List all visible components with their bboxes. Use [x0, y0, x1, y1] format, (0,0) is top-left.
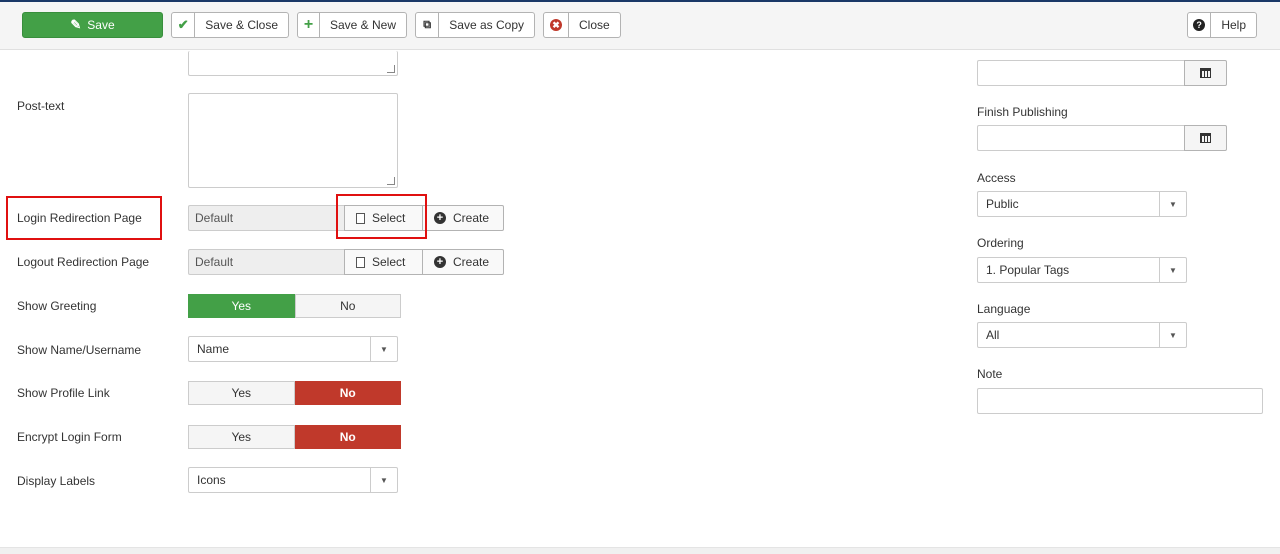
close-circle-icon: ✖ — [544, 13, 569, 37]
encrypt-login-form-toggle: Yes No — [188, 425, 401, 449]
login-redirection-select-button[interactable]: Select — [344, 205, 423, 231]
show-profile-link-yes[interactable]: Yes — [188, 381, 295, 405]
show-greeting-toggle: Yes No — [188, 294, 401, 318]
show-greeting-label: Show Greeting — [17, 299, 97, 313]
chevron-down-icon: ▼ — [1159, 323, 1186, 347]
resize-handle[interactable] — [387, 65, 395, 73]
finish-publishing-field — [977, 125, 1227, 151]
show-greeting-no[interactable]: No — [294, 294, 401, 318]
display-labels-label: Display Labels — [17, 474, 96, 488]
access-label: Access — [977, 171, 1016, 185]
encrypt-login-form-label: Encrypt Login Form — [17, 430, 122, 444]
close-button[interactable]: ✖ Close — [543, 12, 621, 38]
ordering-label: Ordering — [977, 236, 1024, 250]
copy-icon: ⧉ — [416, 13, 440, 37]
show-profile-link-label: Show Profile Link — [17, 386, 110, 400]
check-icon: ✔ — [172, 13, 196, 37]
note-input[interactable] — [977, 388, 1263, 414]
encrypt-login-form-no[interactable]: No — [294, 425, 401, 449]
encrypt-login-form-yes[interactable]: Yes — [188, 425, 295, 449]
login-redirection-create-button[interactable]: + Create — [423, 205, 504, 231]
chevron-down-icon: ▼ — [1159, 258, 1186, 282]
save-new-button[interactable]: + Save & New — [297, 12, 407, 38]
save-as-copy-button[interactable]: ⧉ Save as Copy — [415, 12, 535, 38]
login-redirection-label: Login Redirection Page — [17, 211, 142, 225]
help-button[interactable]: ? Help — [1187, 12, 1257, 38]
calendar-button[interactable] — [1184, 125, 1227, 151]
show-profile-link-no[interactable]: No — [294, 381, 401, 405]
post-text-textarea[interactable] — [188, 93, 398, 188]
language-select[interactable]: All ▼ — [977, 322, 1187, 348]
language-label: Language — [977, 302, 1031, 316]
logout-redirection-value: Default — [188, 249, 344, 275]
save-button[interactable]: ✎ Save — [22, 12, 163, 38]
access-select[interactable]: Public ▼ — [977, 191, 1187, 217]
login-redirection-value: Default — [188, 205, 344, 231]
show-greeting-yes[interactable]: Yes — [188, 294, 295, 318]
calendar-button[interactable] — [1184, 60, 1227, 86]
plus-icon: + — [298, 13, 320, 37]
chevron-down-icon: ▼ — [370, 337, 397, 361]
file-icon — [356, 212, 365, 224]
logout-redirection-create-button[interactable]: + Create — [423, 249, 504, 275]
resize-handle[interactable] — [387, 177, 395, 185]
toolbar: ✎ Save ✔ Save & Close + Save & New ⧉ Sav… — [0, 2, 1280, 50]
note-label: Note — [977, 367, 1003, 381]
question-circle-icon: ? — [1188, 13, 1212, 37]
display-labels-select[interactable]: Icons ▼ — [188, 467, 398, 493]
file-icon — [356, 256, 365, 268]
save-close-button[interactable]: ✔ Save & Close — [171, 12, 289, 38]
show-profile-link-toggle: Yes No — [188, 381, 401, 405]
start-publishing-field — [977, 60, 1227, 86]
plus-circle-icon: + — [434, 256, 446, 268]
logout-redirection-field: Default Select + Create — [188, 249, 504, 275]
start-publishing-input[interactable] — [977, 60, 1184, 86]
chevron-down-icon: ▼ — [1159, 192, 1186, 216]
logout-redirection-label: Logout Redirection Page — [17, 255, 150, 269]
edit-icon: ✎ — [70, 17, 82, 32]
ordering-select[interactable]: 1. Popular Tags ▼ — [977, 257, 1187, 283]
finish-publishing-input[interactable] — [977, 125, 1184, 151]
logout-redirection-select-button[interactable]: Select — [344, 249, 423, 275]
show-name-label: Show Name/Username — [17, 343, 142, 357]
calendar-icon — [1200, 68, 1211, 78]
login-redirection-field: Default Select + Create — [188, 205, 504, 231]
plus-circle-icon: + — [434, 212, 446, 224]
finish-publishing-label: Finish Publishing — [977, 105, 1068, 119]
post-text-label: Post-text — [17, 99, 65, 113]
chevron-down-icon: ▼ — [370, 468, 397, 492]
show-name-select[interactable]: Name ▼ — [188, 336, 398, 362]
calendar-icon — [1200, 133, 1211, 143]
pre-text-textarea[interactable] — [188, 51, 398, 76]
